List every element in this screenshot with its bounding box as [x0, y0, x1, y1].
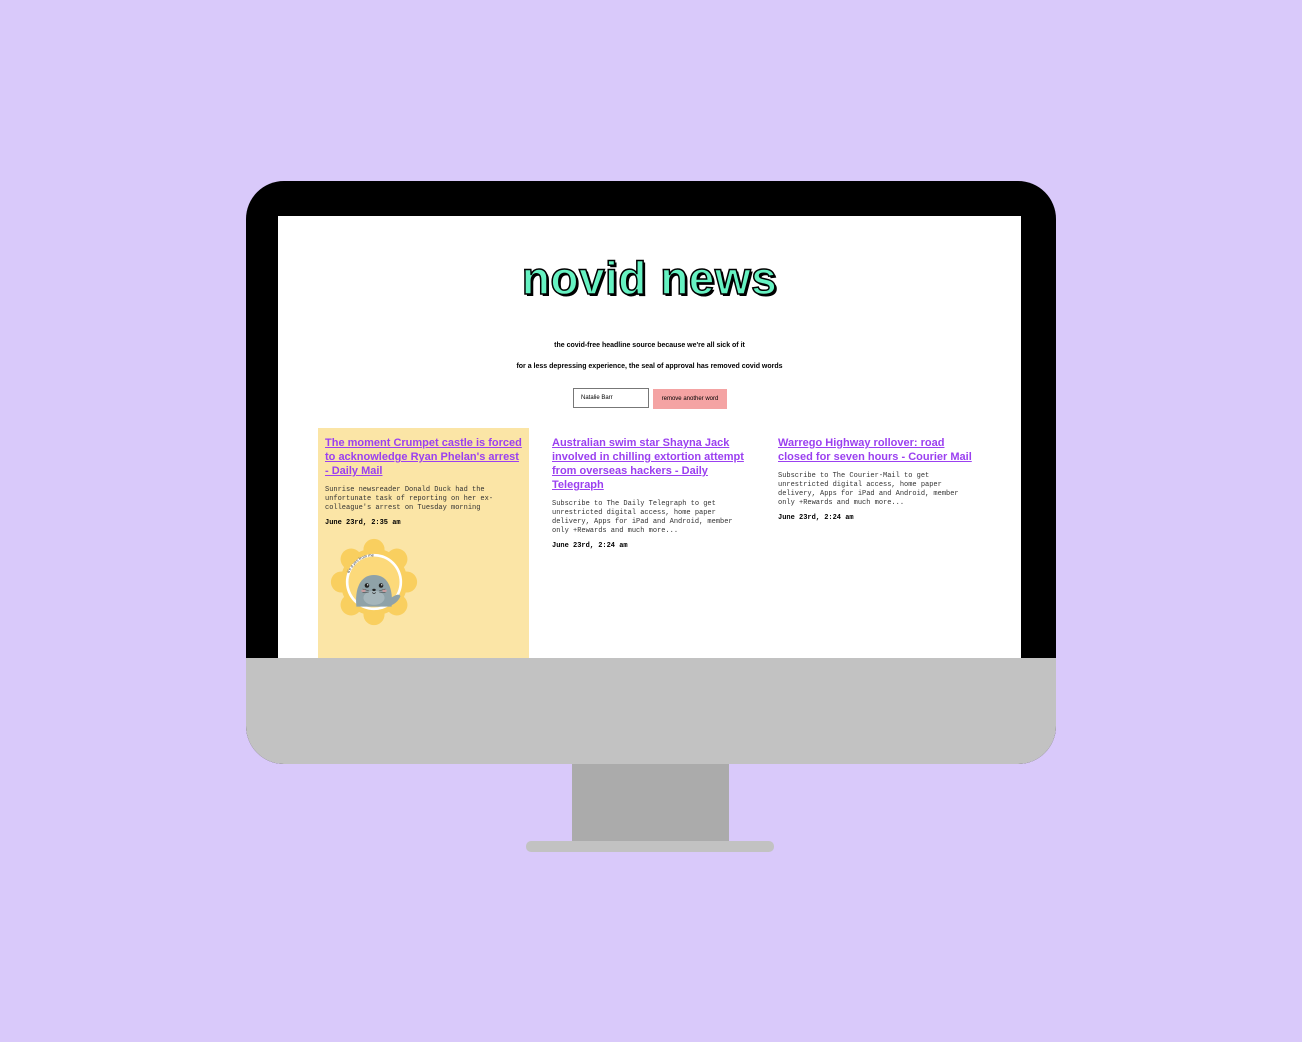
site-subtagline: for a less depressing experience, the se… [516, 363, 783, 370]
article-title-link[interactable]: Warrego Highway rollover: road closed fo… [778, 436, 975, 464]
article-card: Australian swim star Shayna Jack involve… [545, 428, 756, 658]
site-title: novid news [521, 251, 778, 305]
article-title-link[interactable]: The moment Crumpet castle is forced to a… [325, 436, 522, 478]
site-tagline: the covid-free headline source because w… [554, 342, 745, 349]
monitor-chin [246, 658, 1056, 764]
article-card: Warrego Highway rollover: road closed fo… [771, 428, 982, 658]
article-description: Subscribe to The Daily Telegraph to get … [552, 500, 733, 535]
monitor-stand-base [526, 841, 774, 852]
remove-word-button[interactable]: remove another word [653, 389, 727, 409]
article-title-link[interactable]: Australian swim star Shayna Jack involve… [552, 436, 749, 492]
article-description: Subscribe to The Courier-Mail to get unr… [778, 472, 959, 507]
article-card: The moment Crumpet castle is forced to a… [318, 428, 529, 658]
word-input[interactable] [573, 388, 649, 408]
monitor-bezel: novid news the covid-free headline sourc… [246, 181, 1056, 764]
seal-of-approval-badge: it's a yes from me [330, 538, 418, 626]
article-description: Sunrise newsreader Donald Duck had the u… [325, 486, 494, 512]
article-date: June 23rd, 2:35 am [325, 519, 401, 527]
article-date: June 23rd, 2:24 am [552, 542, 628, 550]
browser-screen: novid news the covid-free headline sourc… [278, 216, 1021, 658]
article-date: June 23rd, 2:24 am [778, 514, 854, 522]
monitor-stand-neck [572, 764, 729, 842]
